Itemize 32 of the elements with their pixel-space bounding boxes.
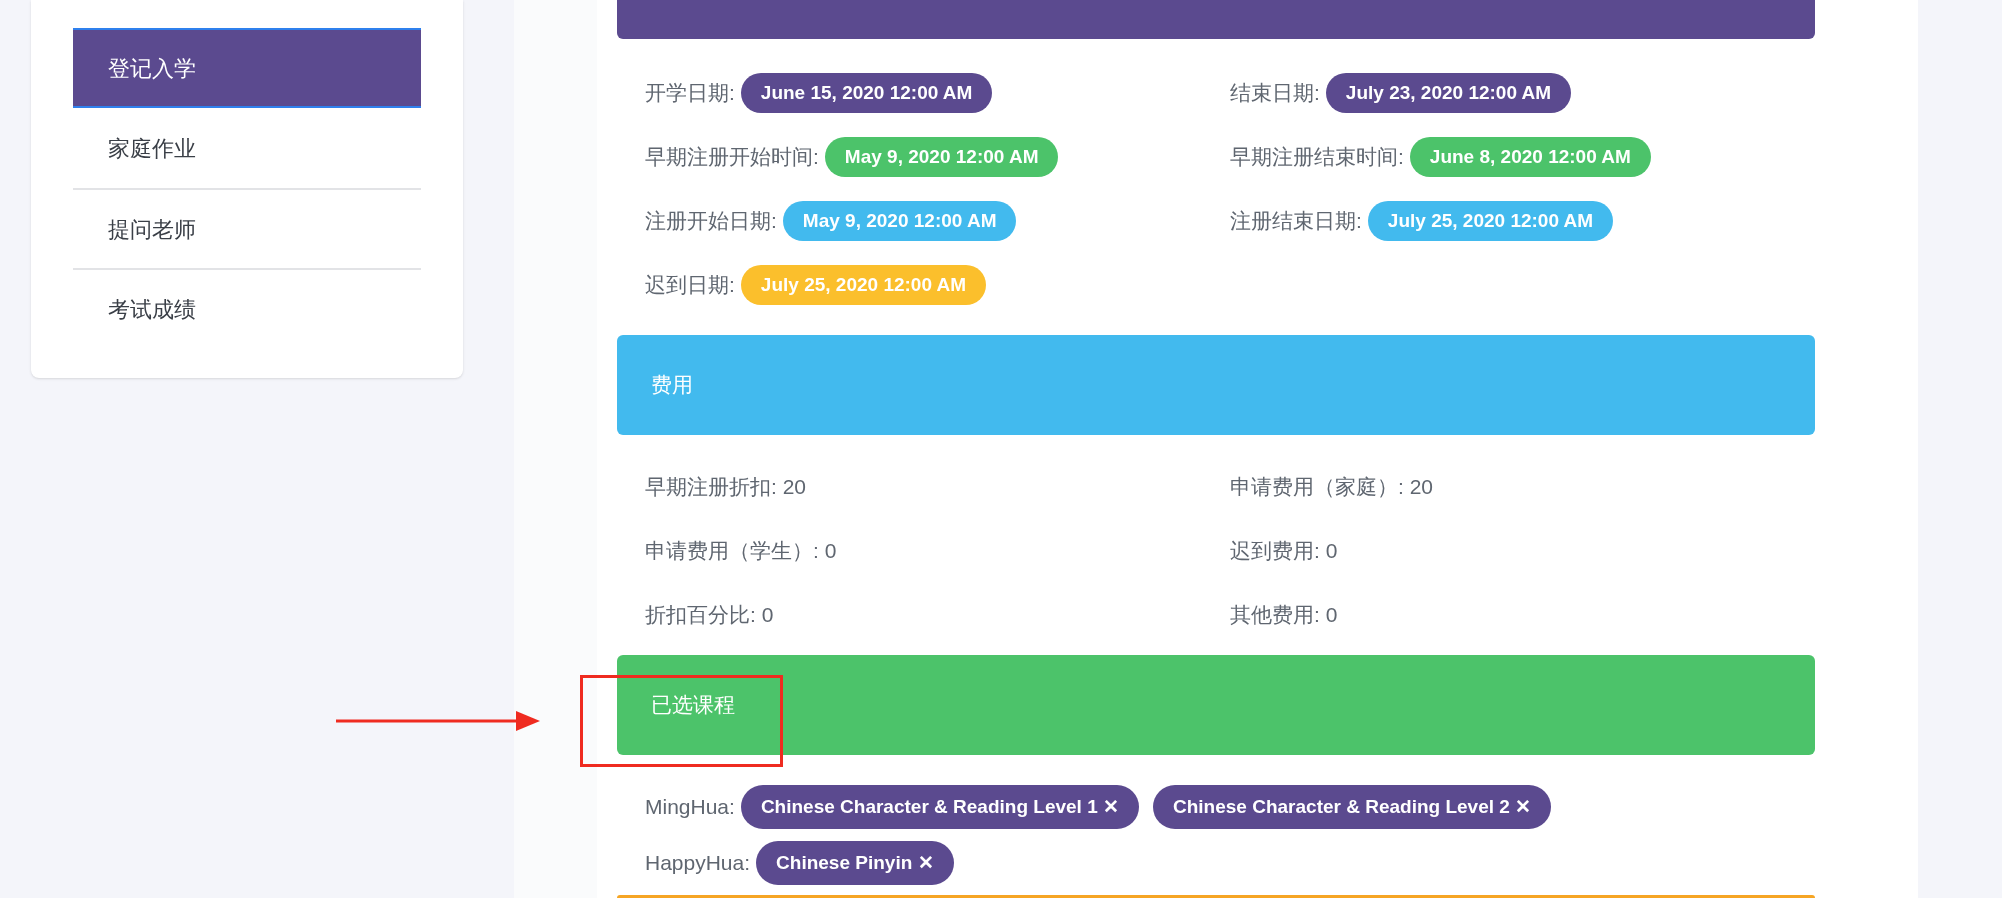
course-tag[interactable]: Chinese Character & Reading Level 2 ✕ bbox=[1153, 785, 1552, 829]
date-badge: July 23, 2020 12:00 AM bbox=[1325, 73, 1572, 113]
date-badge: June 8, 2020 12:00 AM bbox=[1409, 137, 1651, 177]
date-badge: July 25, 2020 12:00 AM bbox=[1367, 201, 1614, 241]
field-label: 结束日期: bbox=[1230, 80, 1320, 107]
field-label: 开学日期: bbox=[645, 80, 735, 107]
date-badge: July 25, 2020 12:00 AM bbox=[740, 265, 987, 305]
course-tag[interactable]: Chinese Character & Reading Level 1 ✕ bbox=[740, 785, 1139, 829]
student-label: MingHua: bbox=[645, 794, 735, 821]
sidebar-item[interactable]: 考试成绩 bbox=[73, 268, 421, 348]
fee-text: 迟到费用: 0 bbox=[1230, 538, 1338, 565]
field-label: 注册开始日期: bbox=[645, 208, 777, 235]
student-label: HappyHua: bbox=[645, 850, 751, 877]
fee-text: 折扣百分比: 0 bbox=[645, 602, 774, 629]
course-tag[interactable]: Chinese Pinyin ✕ bbox=[756, 841, 954, 885]
sidebar-item[interactable]: 提问老师 bbox=[73, 188, 421, 268]
sidebar-item[interactable]: 家庭作业 bbox=[73, 108, 421, 188]
date-badge: June 15, 2020 12:00 AM bbox=[740, 73, 993, 113]
date-badge: May 9, 2020 12:00 AM bbox=[824, 137, 1059, 177]
field-label: 迟到日期: bbox=[645, 272, 735, 299]
sidebar-item[interactable]: 登记入学 bbox=[73, 28, 421, 108]
section-title: 费用 bbox=[651, 372, 693, 399]
field-label: 早期注册结束时间: bbox=[1230, 144, 1404, 171]
field-label: 注册结束日期: bbox=[1230, 208, 1362, 235]
fee-text: 其他费用: 0 bbox=[1230, 602, 1338, 629]
date-badge: May 9, 2020 12:00 AM bbox=[782, 201, 1017, 241]
fee-text: 申请费用（学生）: 0 bbox=[645, 538, 837, 565]
fee-text: 早期注册折扣: 20 bbox=[645, 474, 807, 501]
section-title: 已选课程 bbox=[651, 692, 735, 719]
field-label: 早期注册开始时间: bbox=[645, 144, 819, 171]
fee-text: 申请费用（家庭）: 20 bbox=[1230, 474, 1434, 501]
arrow-icon bbox=[336, 708, 540, 734]
